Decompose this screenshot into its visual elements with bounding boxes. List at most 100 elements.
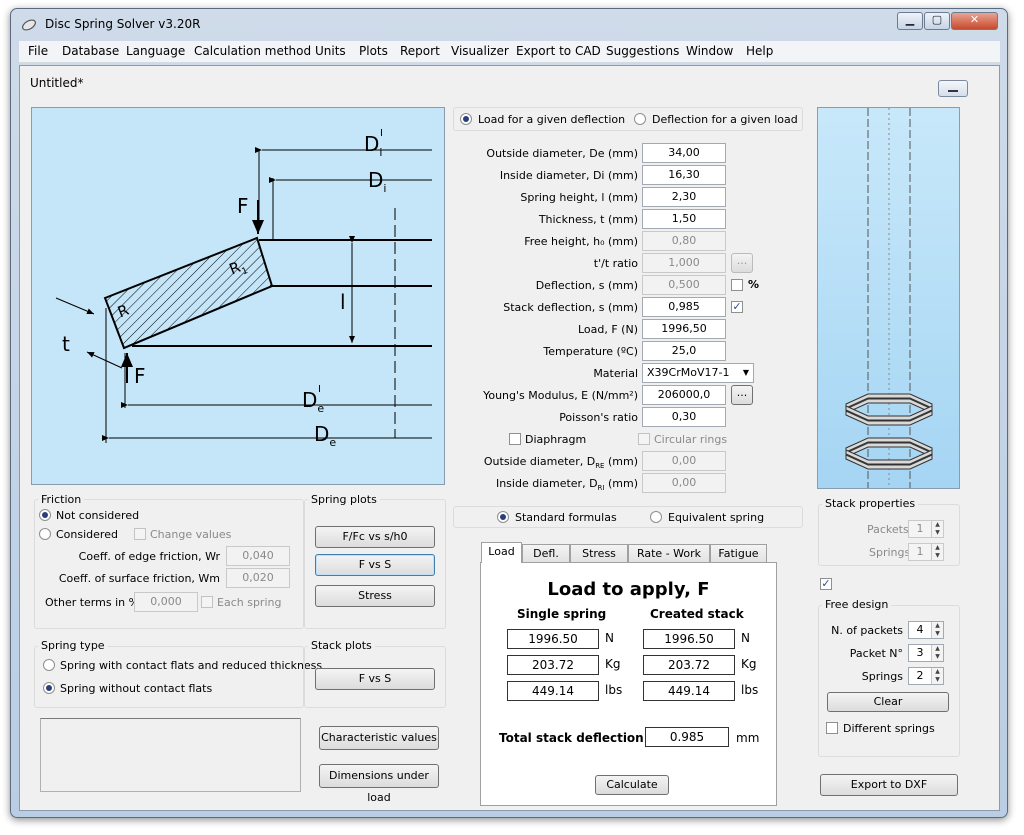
label-circular-rings: Circular rings xyxy=(654,433,728,446)
spinner-n-packets[interactable]: 4 ▲ ▼ xyxy=(908,621,944,639)
spinner-arrows-icon[interactable]: ▲ ▼ xyxy=(931,645,943,661)
cross-section-drawing xyxy=(55,147,432,443)
input-stack-deflection[interactable]: 0,985 xyxy=(642,297,726,317)
export-to-dxf-button[interactable]: Export to DXF xyxy=(820,774,958,796)
radio-without-contact-flats[interactable] xyxy=(43,682,55,694)
input-diaphragm-inside: 0,00 xyxy=(642,473,726,493)
input-outside-diameter[interactable]: 34,00 xyxy=(642,143,726,163)
checkbox-diaphragm[interactable] xyxy=(509,433,521,445)
menu-window[interactable]: Window xyxy=(686,44,733,58)
label-edge-friction: Coeff. of edge friction, Wr xyxy=(78,550,220,563)
radio-friction-not-considered[interactable] xyxy=(39,509,51,521)
label-F-top: F xyxy=(237,194,249,218)
input-spring-height[interactable]: 2,30 xyxy=(642,187,726,207)
document-minimize-button[interactable] xyxy=(938,80,968,97)
plot-f-vs-s-button[interactable]: F vs S xyxy=(315,554,435,576)
unit-stack-kg: Kg xyxy=(741,657,757,671)
spinner-arrows-icon[interactable]: ▲ ▼ xyxy=(931,668,943,684)
spring-type-group xyxy=(34,646,304,708)
radio-equivalent-spring[interactable] xyxy=(650,511,662,523)
characteristic-values-button[interactable]: Characteristic values xyxy=(319,726,439,750)
menu-report[interactable]: Report xyxy=(400,44,440,58)
input-youngs-modulus[interactable]: 206000,0 xyxy=(642,385,726,405)
spring-type-title: Spring type xyxy=(38,639,108,652)
menu-file[interactable]: File xyxy=(28,44,48,58)
document-window: Untitled* Di I Di F F R1 R l t De I De L… xyxy=(19,65,1000,811)
label-Di: Di xyxy=(368,168,387,195)
free-design-title: Free design xyxy=(822,598,892,611)
maximize-button[interactable]: ▢ xyxy=(924,12,950,30)
disc-spring-app-icon xyxy=(22,19,36,31)
label-youngs-modulus: Young's Modulus, E (N/mm²) xyxy=(483,389,638,402)
label-De-prime-sup: I xyxy=(318,384,321,395)
checkbox-show-stack[interactable]: ✓ xyxy=(820,578,832,590)
label-stack-deflection: Stack deflection, s (mm) xyxy=(503,301,638,314)
select-material[interactable]: X39CrMoV17-1 ▼ xyxy=(642,363,754,383)
menu-help[interactable]: Help xyxy=(746,44,773,58)
menu-language[interactable]: Language xyxy=(126,44,185,58)
input-thickness[interactable]: 1,50 xyxy=(642,209,726,229)
input-poissons-ratio[interactable]: 0,30 xyxy=(642,407,726,427)
label-each-spring: Each spring xyxy=(217,596,282,609)
menu-calculation-method[interactable]: Calculation method xyxy=(194,44,311,58)
menu-export-to-cad[interactable]: Export to CAD xyxy=(516,44,601,58)
label-packet-n: Packet N° xyxy=(849,647,903,660)
radio-with-contact-flats[interactable] xyxy=(43,659,55,671)
input-inside-diameter[interactable]: 16,30 xyxy=(642,165,726,185)
spinner-packet-n[interactable]: 3 ▲ ▼ xyxy=(908,644,944,662)
label-load-given-deflection: Load for a given deflection xyxy=(478,113,626,126)
close-button[interactable]: ✕ xyxy=(951,12,998,30)
input-load[interactable]: 1996,50 xyxy=(642,319,726,339)
menu-database[interactable]: Database xyxy=(62,44,119,58)
spinner-arrows-icon: ▲ ▼ xyxy=(931,521,943,537)
checkbox-each-spring xyxy=(201,596,213,608)
menu-suggestions[interactable]: Suggestions xyxy=(606,44,679,58)
tab-fatigue[interactable]: Fatigue xyxy=(710,544,767,563)
tab-rate-work[interactable]: Rate - Work xyxy=(628,544,710,563)
input-temperature[interactable]: 25,0 xyxy=(642,341,726,361)
stack-plot-f-vs-s-button[interactable]: F vs S xyxy=(315,668,435,690)
calculate-button[interactable]: Calculate xyxy=(595,775,669,795)
radio-deflection-given-load[interactable] xyxy=(634,113,646,125)
tab-stress[interactable]: Stress xyxy=(570,544,628,563)
radio-friction-considered[interactable] xyxy=(39,528,51,540)
input-surface-friction: 0,020 xyxy=(226,568,290,588)
radio-load-given-deflection[interactable] xyxy=(460,113,472,125)
spinner-packets: 1 ▲ ▼ xyxy=(908,520,944,538)
plot-f-fc-vs-s-h0-button[interactable]: F/Fc vs s/h0 xyxy=(315,526,435,548)
results-panel: Load to apply, F Single spring Created s… xyxy=(480,562,777,806)
menu-units[interactable]: Units xyxy=(315,44,346,58)
minimize-button[interactable]: ▁ xyxy=(897,12,923,30)
result-single-n: 1996.50 xyxy=(507,629,599,649)
spinner-springs-value: 1 xyxy=(916,545,924,558)
checkbox-deflection-percent[interactable] xyxy=(731,279,743,291)
spinner-arrows-icon: ▲ ▼ xyxy=(931,544,943,560)
label-without-contact-flats: Spring without contact flats xyxy=(60,682,213,695)
checkbox-stack-deflection[interactable]: ✓ xyxy=(731,301,743,313)
youngs-modulus-ellipsis-button[interactable]: ... xyxy=(731,385,753,405)
tab-deflection[interactable]: Defl. xyxy=(522,544,570,563)
input-diaphragm-outside: 0,00 xyxy=(642,451,726,471)
result-total-stack-deflection: 0.985 xyxy=(645,727,729,747)
clear-button[interactable]: Clear xyxy=(827,692,949,712)
spinner-free-springs[interactable]: 2 ▲ ▼ xyxy=(908,667,944,685)
label-change-values: Change values xyxy=(150,528,232,541)
spinner-arrows-icon[interactable]: ▲ ▼ xyxy=(931,622,943,638)
tab-load[interactable]: Load xyxy=(481,542,522,563)
dimensions-under-load-button[interactable]: Dimensions under load xyxy=(319,764,439,804)
input-deflection: 0,500 xyxy=(642,275,726,295)
unit-single-kg: Kg xyxy=(605,657,621,671)
t-ratio-ellipsis-button[interactable]: ... xyxy=(731,253,753,273)
label-free-height: Free height, h₀ (mm) xyxy=(524,235,638,248)
label-other-terms: Other terms in % xyxy=(45,596,140,609)
menu-plots[interactable]: Plots xyxy=(359,44,388,58)
label-F-bottom: F xyxy=(134,364,146,388)
chevron-down-icon: ▼ xyxy=(742,368,749,377)
radio-standard-formulas[interactable] xyxy=(497,511,509,523)
menu-visualizer[interactable]: Visualizer xyxy=(451,44,509,58)
plot-stress-button[interactable]: Stress xyxy=(315,585,435,607)
checkbox-circular-rings xyxy=(638,433,650,445)
checkbox-different-springs[interactable] xyxy=(826,722,838,734)
result-single-kg: 203.72 xyxy=(507,655,599,675)
label-single-spring: Single spring xyxy=(517,607,607,621)
